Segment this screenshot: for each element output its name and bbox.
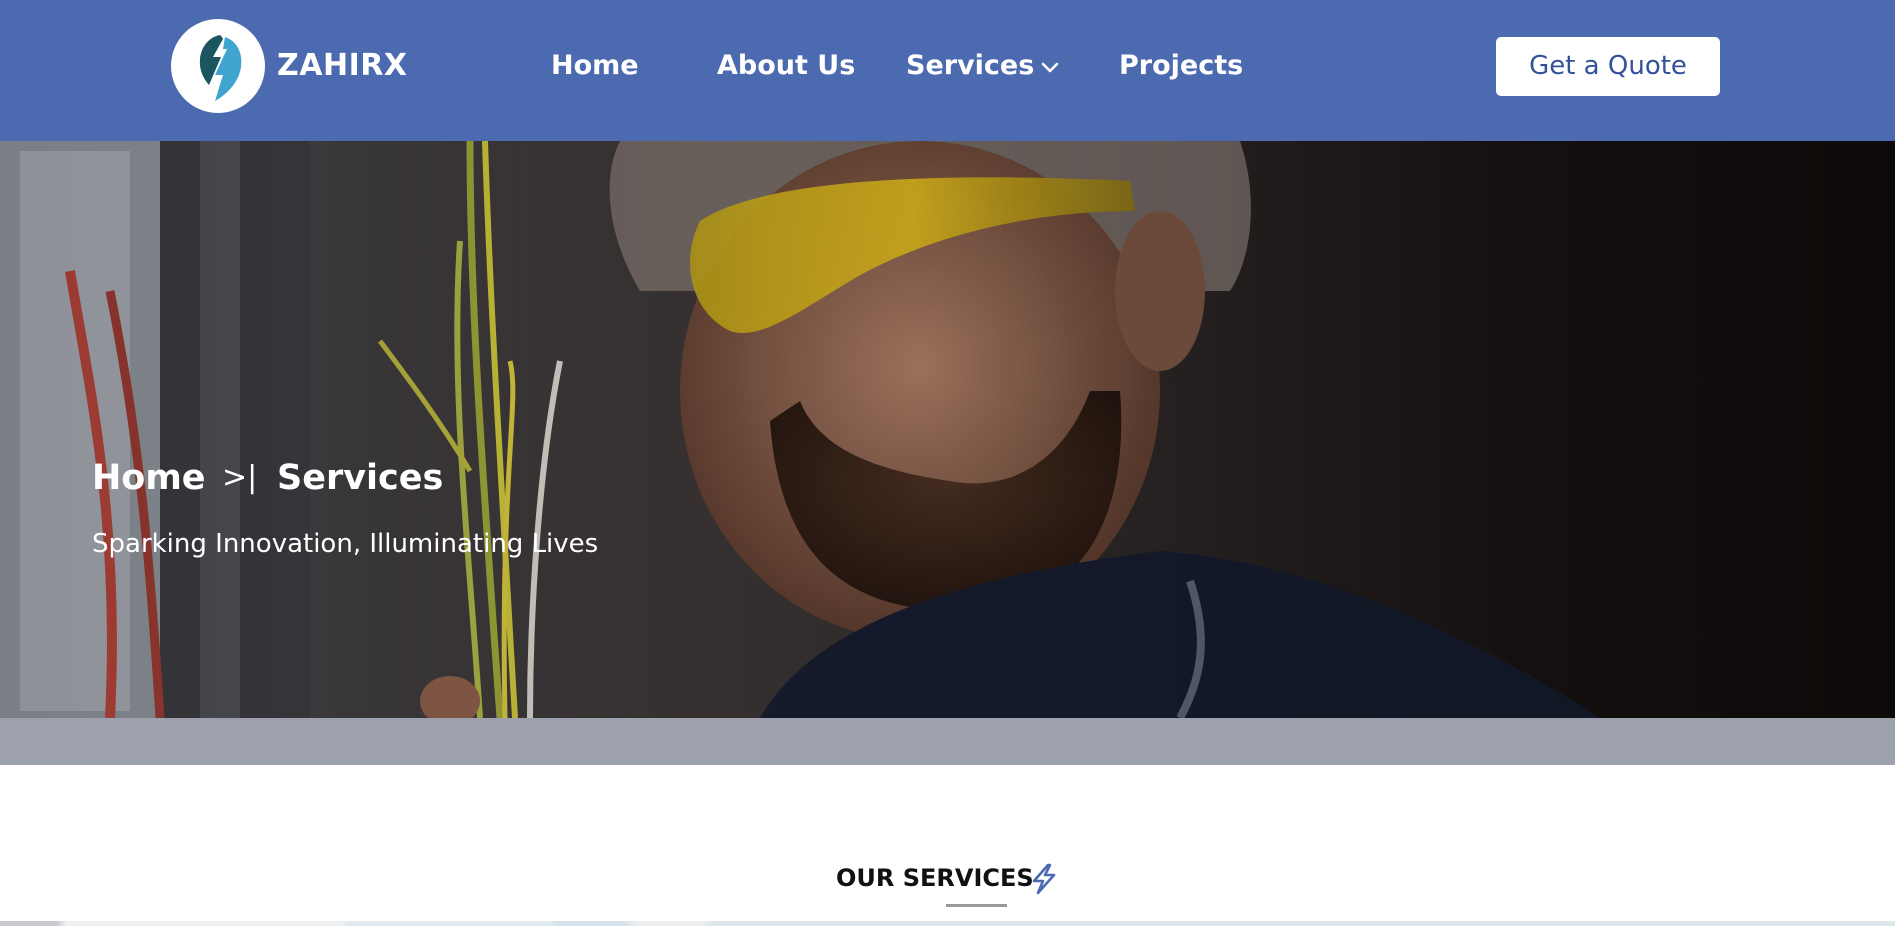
logo[interactable] xyxy=(171,19,265,113)
section-title-underline xyxy=(946,904,1007,907)
get-a-quote-button[interactable]: Get a Quote xyxy=(1496,37,1720,96)
lightning-bolt-icon xyxy=(199,35,242,101)
breadcrumb-current: Services xyxy=(277,458,444,498)
service-cards-top-edge xyxy=(0,921,1895,926)
chevron-down-icon[interactable] xyxy=(1040,58,1060,78)
hero-tagline: Sparking Innovation, Illuminating Lives xyxy=(92,529,599,559)
breadcrumb-home[interactable]: Home xyxy=(92,455,206,501)
breadcrumb-separator: >| xyxy=(222,460,258,495)
hero-banner xyxy=(0,141,1895,718)
section-title: OUR SERVICES xyxy=(836,864,1034,892)
divider-band xyxy=(0,718,1895,765)
hero-overlay xyxy=(0,141,1895,718)
lightning-bolt-icon xyxy=(1032,863,1056,895)
brand-name[interactable]: ZAHIRX xyxy=(277,44,407,88)
site-header: ZAHIRX Home About Us Services Projects G… xyxy=(0,0,1895,141)
nav-projects[interactable]: Projects xyxy=(1119,44,1243,88)
nav-about-us[interactable]: About Us xyxy=(717,44,855,88)
nav-home[interactable]: Home xyxy=(551,44,639,88)
nav-services[interactable]: Services xyxy=(906,44,1034,88)
